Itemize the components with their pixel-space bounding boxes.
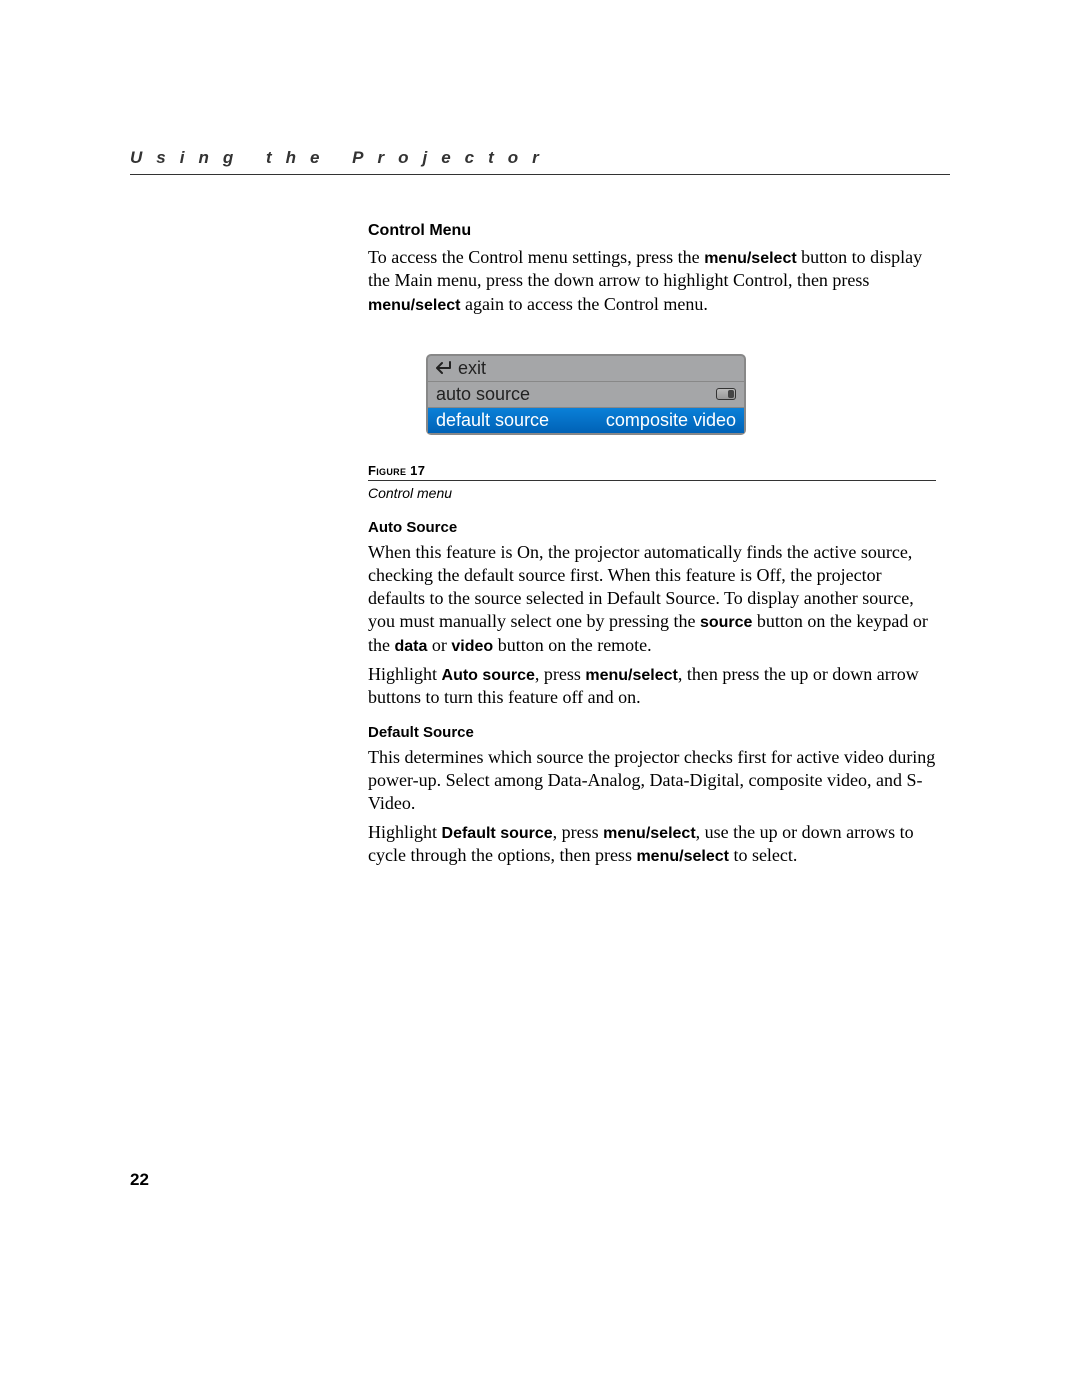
control-menu-heading: Control Menu bbox=[368, 222, 936, 240]
text: again to access the Control menu. bbox=[460, 294, 707, 314]
text: , press bbox=[553, 822, 604, 842]
control-menu-paragraph: To access the Control menu settings, pre… bbox=[368, 246, 936, 316]
bold-text: menu/select bbox=[704, 250, 796, 267]
running-header: Using the Projector bbox=[130, 148, 950, 168]
toggle-icon bbox=[716, 388, 736, 400]
menu-item-default-source[interactable]: default source composite video bbox=[428, 407, 744, 433]
text: Highlight bbox=[368, 664, 442, 684]
menu-item-auto-source[interactable]: auto source bbox=[428, 381, 744, 407]
menu-item-label: exit bbox=[458, 358, 486, 379]
text: , press bbox=[535, 664, 586, 684]
bold-text: Default source bbox=[442, 825, 553, 842]
bold-text: Auto source bbox=[442, 667, 535, 684]
bold-text: menu/select bbox=[603, 825, 695, 842]
text: or bbox=[427, 635, 451, 655]
bold-text: menu/select bbox=[636, 848, 728, 865]
figure-number: 17 bbox=[410, 463, 425, 478]
menu-item-exit[interactable]: exit bbox=[428, 356, 744, 381]
default-source-heading: Default Source bbox=[368, 724, 936, 741]
page-header: Using the Projector bbox=[130, 148, 950, 175]
bold-text: video bbox=[451, 638, 493, 655]
page-number: 22 bbox=[130, 1170, 149, 1190]
bold-text: menu/select bbox=[368, 297, 460, 314]
text: To access the Control menu settings, pre… bbox=[368, 247, 704, 267]
figure-rule bbox=[368, 480, 936, 481]
bold-text: menu/select bbox=[585, 667, 677, 684]
menu-item-label: default source bbox=[436, 410, 549, 431]
figure-caption: Control menu bbox=[368, 485, 936, 501]
auto-source-para1: When this feature is On, the projector a… bbox=[368, 541, 936, 657]
figure-label: Figure 17 bbox=[368, 463, 936, 478]
bold-text: source bbox=[700, 614, 752, 631]
control-menu-figure: exit auto source default source composit… bbox=[426, 354, 746, 435]
return-arrow-icon bbox=[436, 361, 454, 375]
header-rule bbox=[130, 174, 950, 175]
main-content: Control Menu To access the Control menu … bbox=[368, 222, 936, 874]
text: button on the remote. bbox=[493, 635, 651, 655]
auto-source-heading: Auto Source bbox=[368, 519, 936, 536]
text: to select. bbox=[729, 845, 797, 865]
default-source-para1: This determines which source the project… bbox=[368, 746, 936, 815]
default-source-para2: Highlight Default source, press menu/sel… bbox=[368, 821, 936, 868]
figure-label-word: Figure bbox=[368, 463, 406, 478]
text: Highlight bbox=[368, 822, 442, 842]
menu-item-value: composite video bbox=[606, 410, 736, 431]
auto-source-para2: Highlight Auto source, press menu/select… bbox=[368, 663, 936, 710]
menu-item-label: auto source bbox=[436, 384, 530, 405]
bold-text: data bbox=[395, 638, 428, 655]
